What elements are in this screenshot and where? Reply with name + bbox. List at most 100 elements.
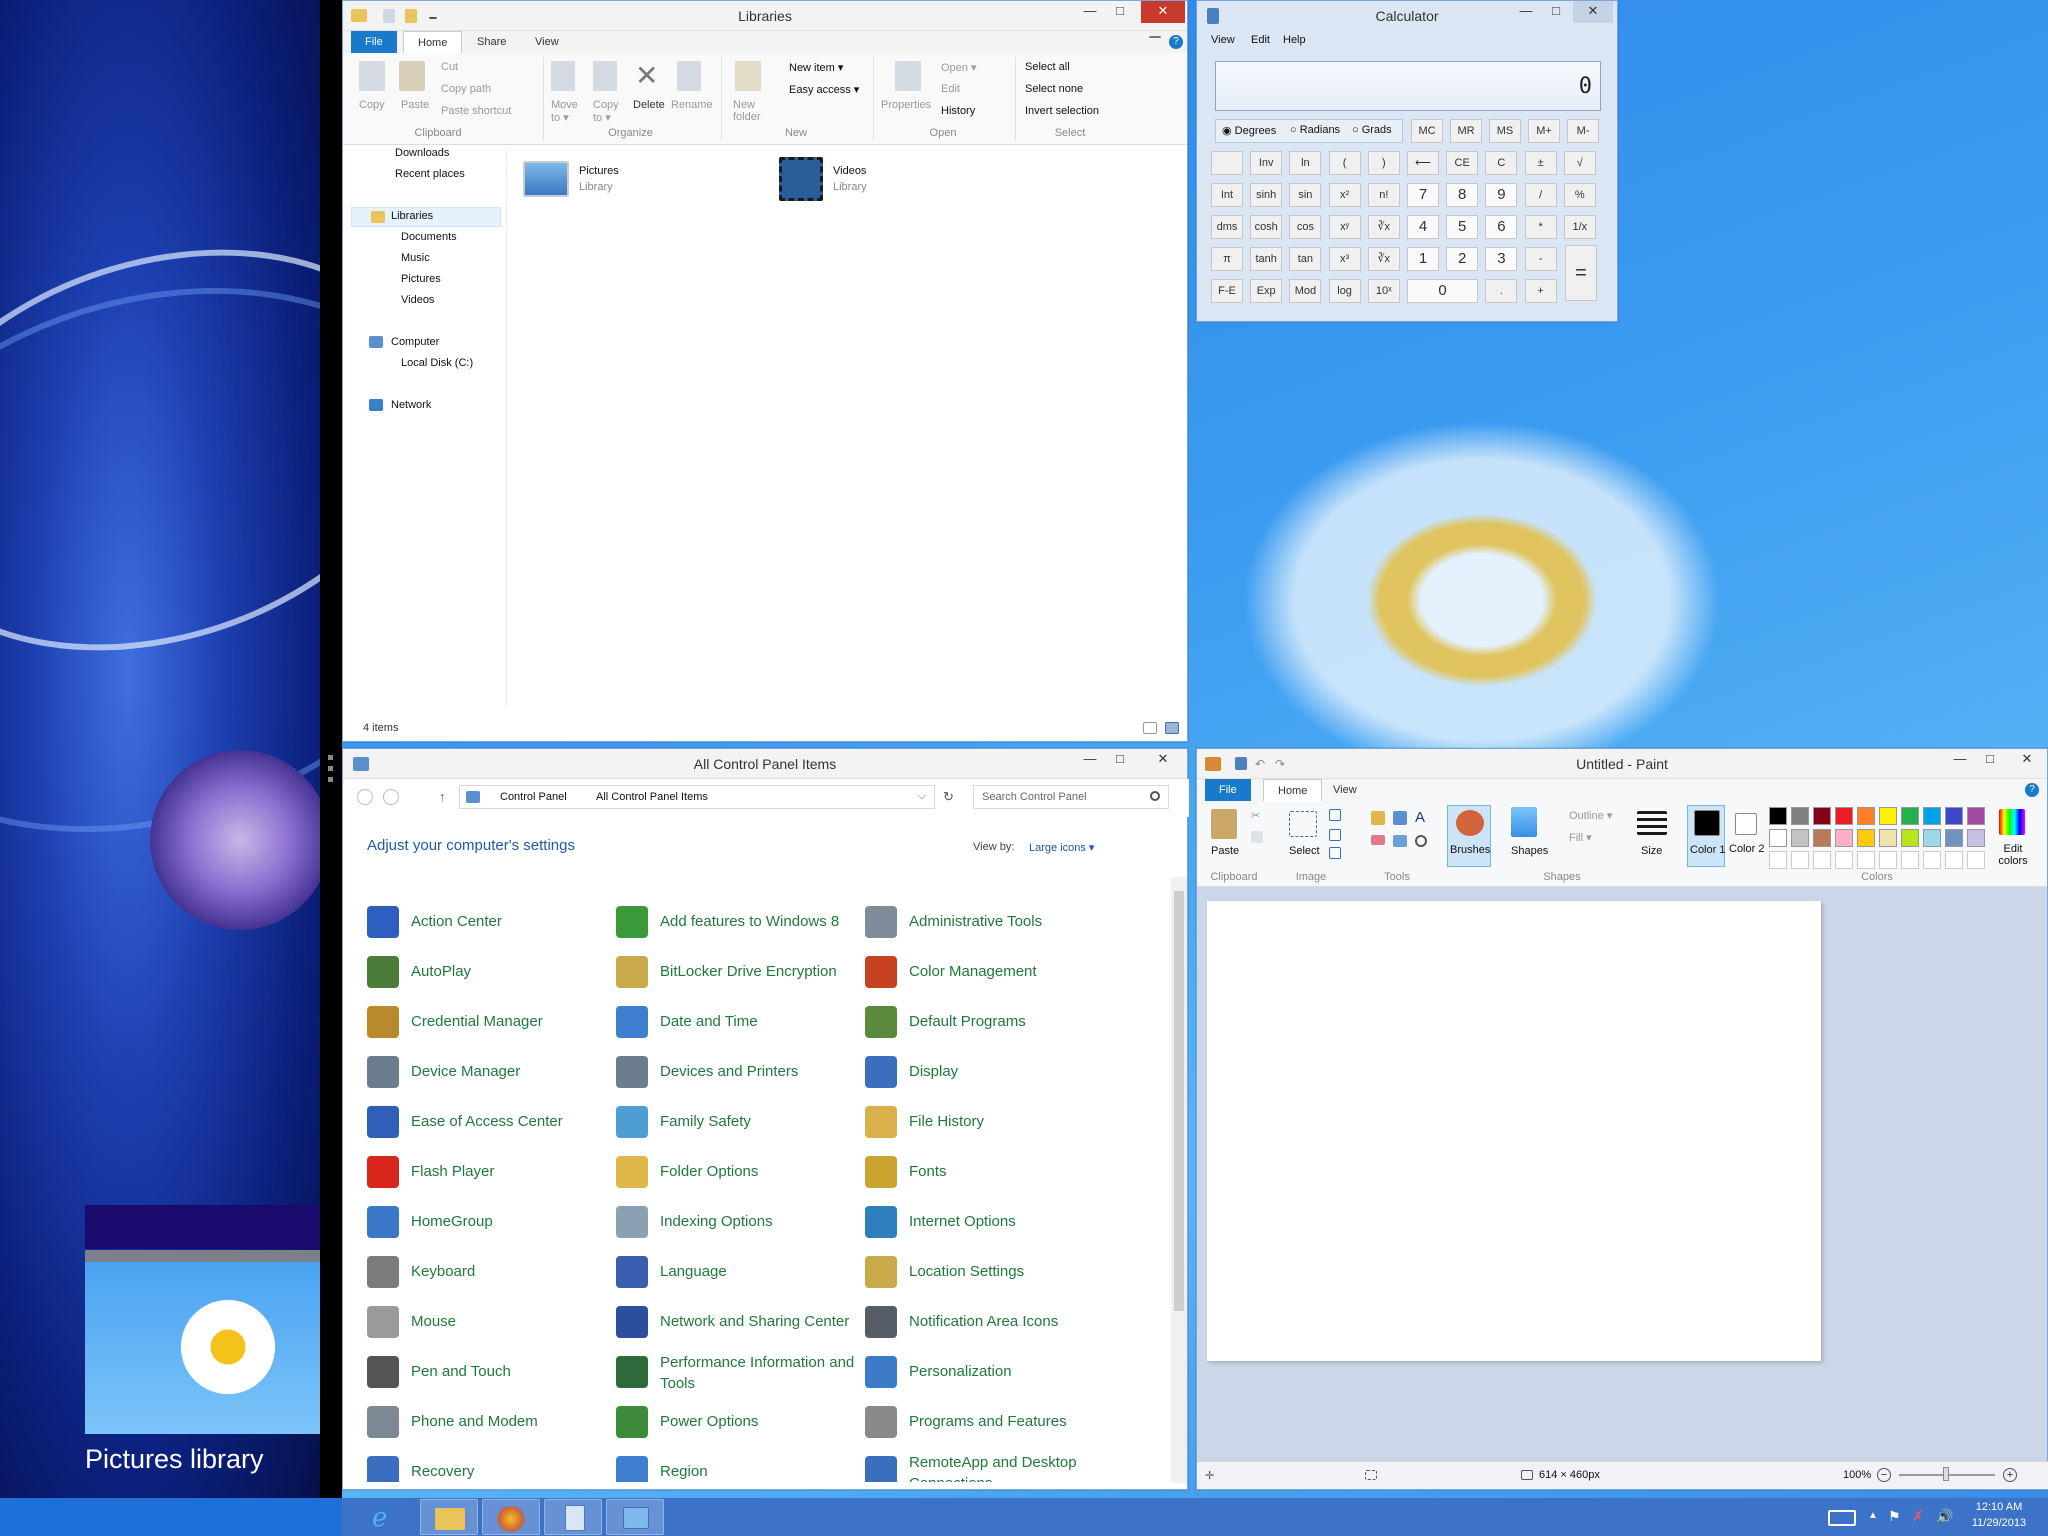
back-icon[interactable] — [357, 789, 373, 805]
calc-key-0-3[interactable]: ( — [1328, 151, 1361, 175]
color2-button[interactable]: Color 2 — [1729, 805, 1765, 867]
clock-date[interactable]: 11/29/2013 — [1964, 1517, 2034, 1529]
close-button[interactable]: ✕ — [1141, 1, 1185, 23]
cp-item-programs-and-features[interactable]: Programs and Features — [865, 1402, 1105, 1442]
minimize-button[interactable]: — — [1511, 1, 1541, 23]
color1-button[interactable]: Color 1 — [1687, 805, 1725, 867]
palette-swatch[interactable] — [1923, 829, 1941, 847]
calc-key-0-6[interactable]: CE — [1446, 151, 1479, 175]
cp-item-fonts[interactable]: Fonts — [865, 1152, 1105, 1192]
zoom-slider-thumb[interactable] — [1943, 1467, 1949, 1481]
select-icon[interactable] — [1289, 811, 1317, 837]
color-picker-icon[interactable] — [1393, 835, 1407, 847]
tab-share[interactable]: Share — [463, 31, 520, 53]
calc-key-2-6[interactable]: 5 — [1446, 215, 1479, 239]
degrees-radio[interactable]: ◉ Degrees — [1222, 124, 1276, 137]
shapes-button[interactable]: Shapes — [1511, 845, 1548, 857]
fill-dropdown[interactable]: Fill ▾ — [1569, 831, 1592, 844]
copy-icon[interactable] — [1251, 831, 1263, 843]
cp-item-location-settings[interactable]: Location Settings — [865, 1252, 1105, 1292]
radians-radio[interactable]: ○ Radians — [1290, 124, 1340, 136]
calc-key-4-7[interactable]: . — [1485, 279, 1518, 303]
nav-computer[interactable]: Computer — [391, 336, 439, 348]
search-box[interactable]: Search Control Panel — [973, 785, 1169, 809]
breadcrumb-all-items[interactable]: All Control Panel Items — [596, 791, 708, 803]
address-dropdown-icon[interactable]: ⌵ — [918, 791, 926, 802]
palette-swatch[interactable] — [1901, 829, 1919, 847]
minimize-button[interactable]: — — [1075, 749, 1105, 771]
calc-key-1-3[interactable]: x² — [1328, 183, 1361, 207]
search-icon[interactable] — [1150, 791, 1160, 801]
calc-key-2-7[interactable]: 6 — [1485, 215, 1518, 239]
cp-item-homegroup[interactable]: HomeGroup — [367, 1202, 607, 1242]
fill-bucket-icon[interactable] — [1393, 811, 1407, 825]
cp-item-language[interactable]: Language — [616, 1252, 856, 1292]
cp-item-notification-area-icons[interactable]: Notification Area Icons — [865, 1302, 1105, 1342]
memory-mplus-button[interactable]: M+ — [1528, 119, 1560, 143]
cp-item-folder-options[interactable]: Folder Options — [616, 1152, 856, 1192]
taskbar-control-panel[interactable] — [606, 1499, 664, 1535]
view-by-dropdown[interactable]: Large icons ▾ — [1029, 841, 1094, 854]
action-center-flag-icon[interactable]: ⚑ — [1888, 1508, 1901, 1525]
calc-key-3-6[interactable]: 2 — [1446, 247, 1479, 271]
rename-icon[interactable] — [677, 61, 701, 91]
paint-titlebar[interactable]: ↶ ↷ Untitled - Paint — □ ✕ — [1197, 749, 2047, 779]
calc-key-3-0[interactable]: π — [1211, 247, 1243, 271]
calc-key-1-5[interactable]: 7 — [1407, 183, 1439, 207]
cp-item-device-manager[interactable]: Device Manager — [367, 1052, 607, 1092]
calc-key-4-4[interactable]: 10ˣ — [1367, 279, 1400, 303]
custom-color-slot[interactable] — [1945, 851, 1963, 869]
new-folder-icon[interactable] — [735, 61, 761, 91]
custom-color-slot[interactable] — [1901, 851, 1919, 869]
paint-window[interactable]: ↶ ↷ Untitled - Paint — □ ✕ File Home Vie… — [1196, 748, 2048, 1490]
brushes-button[interactable]: Brushes — [1447, 805, 1491, 867]
select-none-button[interactable]: Select none — [1025, 83, 1083, 95]
palette-swatch[interactable] — [1967, 807, 1985, 825]
scrollbar-thumb[interactable] — [1174, 891, 1184, 1311]
nav-music[interactable]: Music — [401, 252, 430, 264]
size-button[interactable]: Size — [1641, 845, 1662, 857]
tab-home[interactable]: Home — [1263, 779, 1323, 801]
maximize-button[interactable]: □ — [1975, 749, 2005, 771]
custom-color-slot[interactable] — [1769, 851, 1787, 869]
close-button[interactable]: ✕ — [1141, 749, 1185, 771]
calc-key-1-9[interactable]: % — [1563, 183, 1596, 207]
cp-item-add-features-to-windows-8[interactable]: Add features to Windows 8 — [616, 902, 856, 942]
nav-pictures[interactable]: Pictures — [401, 273, 441, 285]
cp-item-administrative-tools[interactable]: Administrative Tools — [865, 902, 1105, 942]
cp-item-credential-manager[interactable]: Credential Manager — [367, 1002, 607, 1042]
rotate-icon[interactable] — [1329, 847, 1341, 859]
divider-handle-icon[interactable] — [328, 755, 333, 785]
minimize-button[interactable]: — — [1945, 749, 1975, 771]
snap-divider[interactable] — [320, 0, 342, 1498]
pencil-icon[interactable] — [1371, 811, 1385, 825]
zoom-in-icon[interactable]: + — [2003, 1468, 2017, 1482]
custom-color-slot[interactable] — [1791, 851, 1809, 869]
palette-swatch[interactable] — [1791, 829, 1809, 847]
snapped-photos-app[interactable]: Pictures library — [0, 0, 320, 1498]
library-pictures[interactable]: Pictures Library — [523, 157, 663, 207]
select-all-button[interactable]: Select all — [1025, 61, 1070, 73]
calc-key-2-8[interactable]: * — [1524, 215, 1557, 239]
cp-item-power-options[interactable]: Power Options — [616, 1402, 856, 1442]
calc-key-1-1[interactable]: sinh — [1250, 183, 1283, 207]
calc-key-0-1[interactable]: Inv — [1250, 151, 1283, 175]
outline-dropdown[interactable]: Outline ▾ — [1569, 809, 1612, 822]
palette-swatch[interactable] — [1835, 829, 1853, 847]
cp-item-indexing-options[interactable]: Indexing Options — [616, 1202, 856, 1242]
calc-key-3-8[interactable]: - — [1524, 247, 1557, 271]
calc-key-3-1[interactable]: tanh — [1250, 247, 1283, 271]
explorer-window[interactable]: Libraries — □ ✕ File Home Share View ? C… — [342, 0, 1188, 742]
invert-selection-button[interactable]: Invert selection — [1025, 105, 1099, 117]
memory-mc-button[interactable]: MC — [1411, 119, 1443, 143]
cp-item-date-and-time[interactable]: Date and Time — [616, 1002, 856, 1042]
copy-button[interactable]: Copy — [359, 99, 385, 111]
vertical-scrollbar[interactable] — [1171, 877, 1187, 1483]
network-status-icon[interactable]: ✗ — [1912, 1508, 1924, 1525]
rename-button[interactable]: Rename — [671, 99, 713, 111]
cp-item-devices-and-printers[interactable]: Devices and Printers — [616, 1052, 856, 1092]
large-icons-view-icon[interactable] — [1165, 722, 1179, 734]
crop-icon[interactable] — [1329, 809, 1341, 821]
cut-button[interactable]: Cut — [441, 61, 458, 73]
calculator-titlebar[interactable]: Calculator — □ ✕ — [1197, 1, 1617, 31]
